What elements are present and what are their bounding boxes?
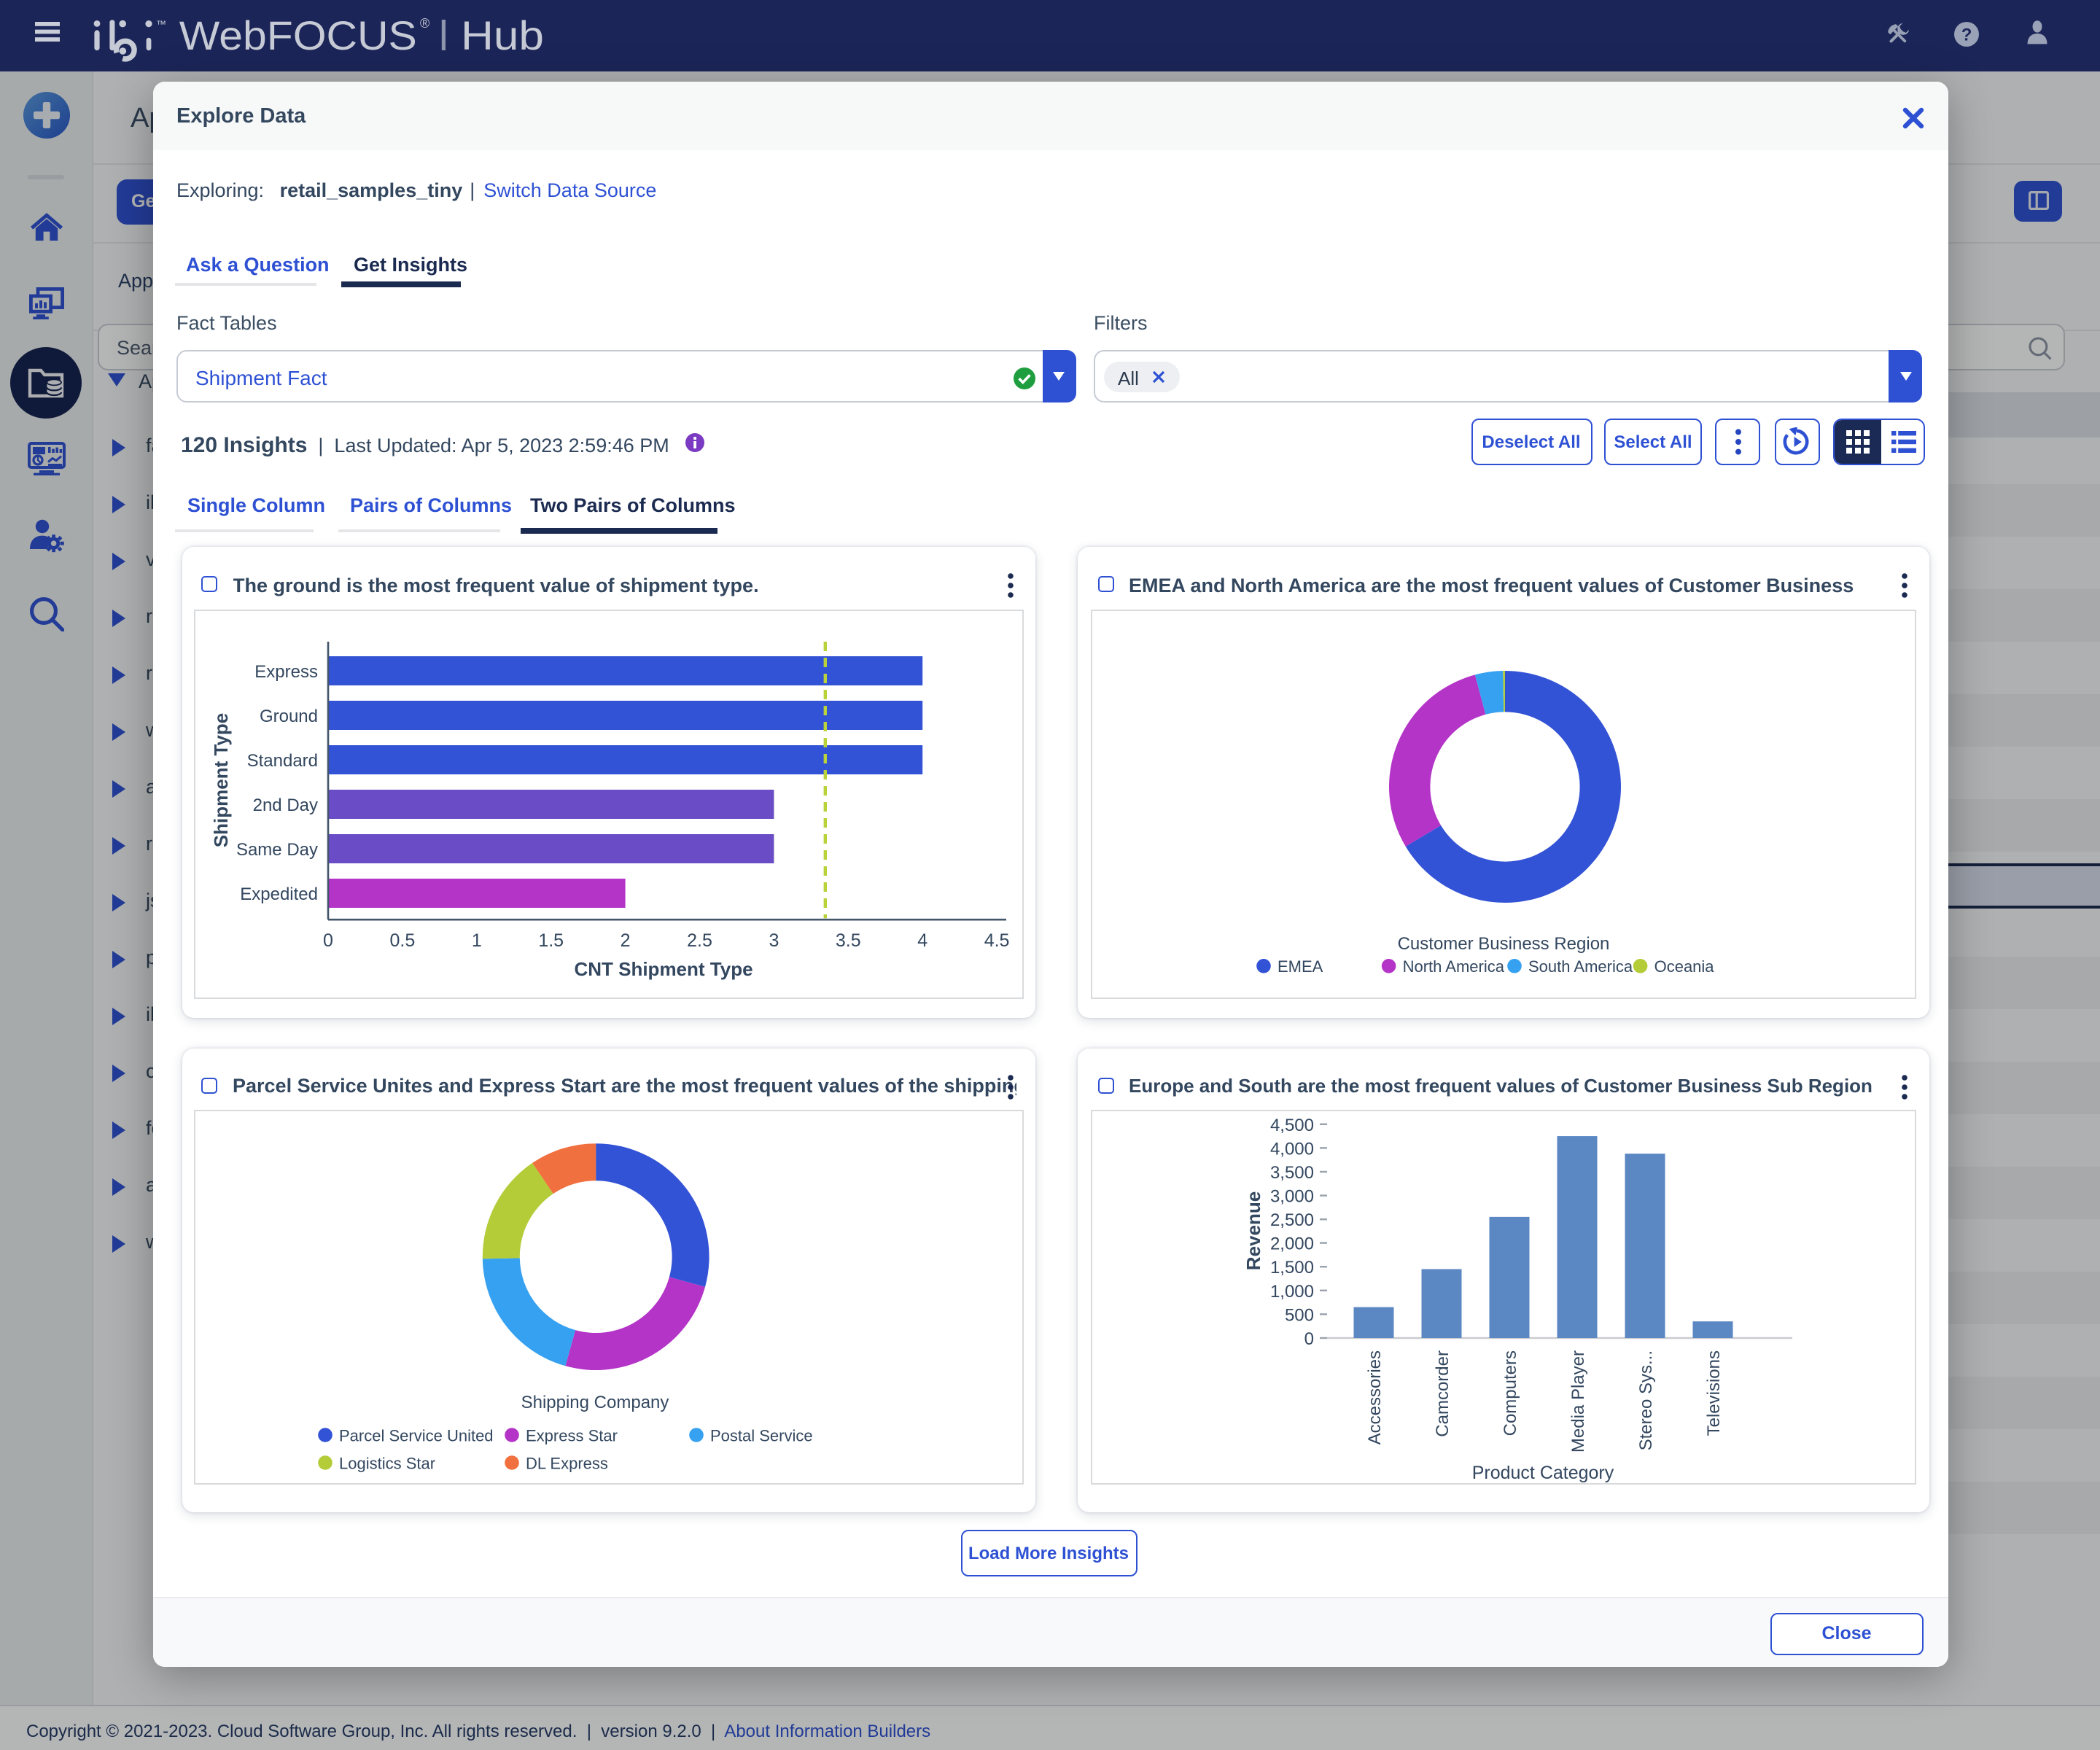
svg-text:Expedited: Expedited [240, 884, 318, 904]
svg-text:WebFOCUS: WebFOCUS [179, 12, 417, 58]
svg-text:2.5: 2.5 [687, 930, 712, 951]
svg-text:Standard: Standard [247, 751, 318, 771]
svg-text:2,000: 2,000 [1269, 1234, 1313, 1253]
svg-text:1,000: 1,000 [1269, 1281, 1313, 1301]
svg-text:Computers: Computers [1500, 1350, 1520, 1435]
svg-text:3,500: 3,500 [1269, 1162, 1313, 1182]
svg-text:Express: Express [254, 662, 318, 682]
svg-text:4.5: 4.5 [984, 930, 1010, 951]
svg-text:0.5: 0.5 [390, 930, 416, 951]
svg-text:Customer Business Region: Customer Business Region [1397, 934, 1609, 954]
svg-text:Camcorder: Camcorder [1432, 1350, 1452, 1436]
svg-text:Logistics Star: Logistics Star [339, 1453, 435, 1471]
svg-text:EMEA: EMEA [1277, 957, 1323, 976]
svg-text:3: 3 [769, 930, 779, 951]
svg-text:CNT Shipment Type: CNT Shipment Type [574, 958, 752, 980]
svg-text:2: 2 [621, 930, 631, 951]
svg-text:Televisions: Televisions [1703, 1350, 1723, 1435]
svg-text:1,500: 1,500 [1269, 1257, 1313, 1277]
svg-text:Accessories: Accessories [1364, 1350, 1384, 1444]
svg-text:3.5: 3.5 [836, 930, 861, 951]
svg-text:4: 4 [917, 930, 928, 951]
svg-text:Stereo Sys...: Stereo Sys... [1636, 1350, 1655, 1450]
svg-text:®: ® [420, 16, 429, 31]
svg-text:3,000: 3,000 [1269, 1186, 1313, 1206]
svg-text:Revenue: Revenue [1242, 1191, 1264, 1269]
svg-text:0: 0 [1304, 1329, 1313, 1348]
svg-text:Express Star: Express Star [526, 1426, 618, 1444]
svg-text:Postal Service: Postal Service [710, 1426, 813, 1444]
svg-text:Shipping Company: Shipping Company [521, 1392, 669, 1412]
svg-text:4,500: 4,500 [1269, 1115, 1313, 1135]
svg-text:™: ™ [156, 18, 166, 30]
svg-text:0: 0 [323, 930, 333, 951]
svg-text:?: ? [1961, 25, 1972, 44]
svg-text:Shipment Type: Shipment Type [210, 713, 232, 847]
svg-text:Product Category: Product Category [1471, 1462, 1614, 1482]
svg-text:Parcel Service United: Parcel Service United [339, 1426, 494, 1444]
svg-text:DL Express: DL Express [526, 1453, 608, 1471]
svg-text:500: 500 [1284, 1304, 1313, 1324]
svg-text:Media Player: Media Player [1568, 1350, 1587, 1452]
svg-text:Oceania: Oceania [1654, 957, 1714, 976]
svg-text:Ground: Ground [260, 707, 318, 726]
svg-text:2nd Day: 2nd Day [253, 796, 318, 815]
svg-text:Hub: Hub [461, 12, 544, 58]
svg-text:1: 1 [472, 930, 482, 951]
svg-text:South America: South America [1528, 957, 1633, 976]
svg-text:2,500: 2,500 [1269, 1210, 1313, 1229]
svg-text:1.5: 1.5 [538, 930, 564, 951]
svg-text:North America: North America [1402, 957, 1504, 976]
svg-text:Same Day: Same Day [236, 840, 318, 860]
svg-text:4,000: 4,000 [1269, 1138, 1313, 1158]
